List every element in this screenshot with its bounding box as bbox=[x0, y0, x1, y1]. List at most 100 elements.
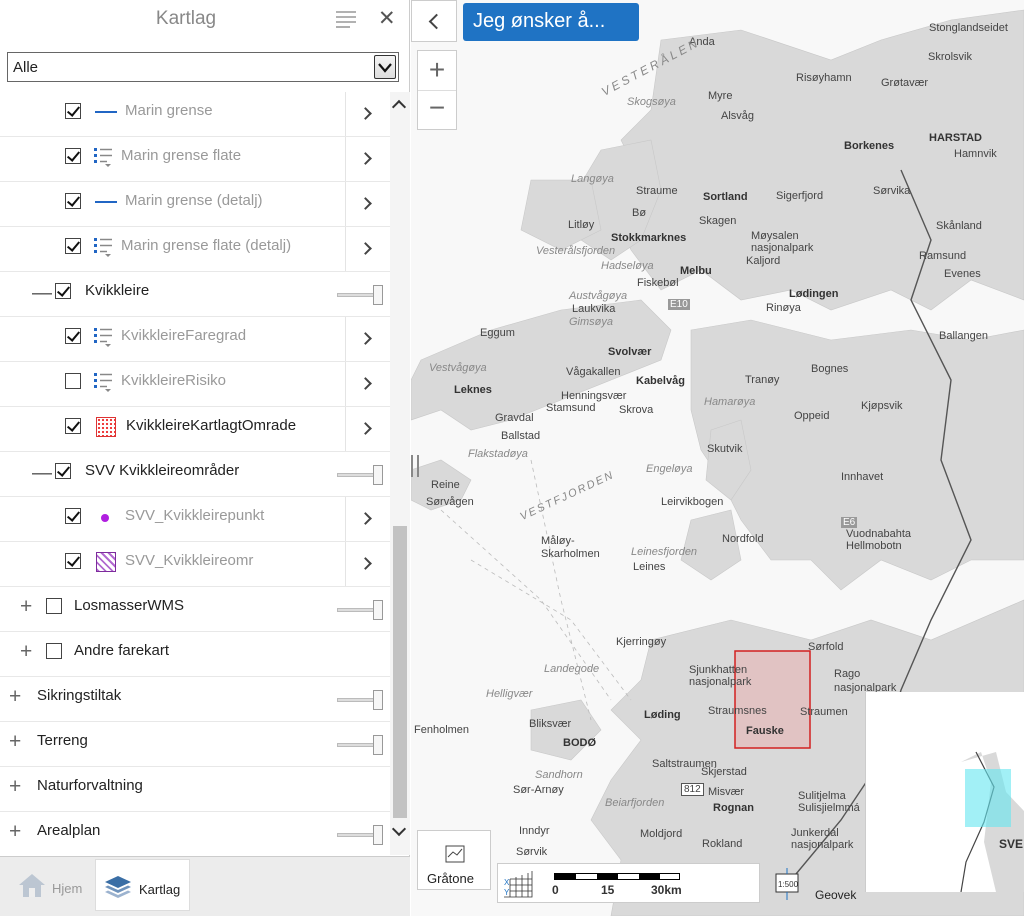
chevron-down-icon[interactable] bbox=[374, 55, 396, 79]
chevron-right-icon[interactable] bbox=[345, 182, 390, 226]
scale-label: 30km bbox=[651, 883, 682, 897]
layer-checkbox[interactable] bbox=[65, 328, 81, 344]
grid-icon[interactable]: XY bbox=[502, 869, 534, 902]
map-label: Borkenes bbox=[844, 140, 895, 152]
layer-row-marin-grense-detalj[interactable]: Marin grense (detalj) bbox=[0, 182, 390, 227]
map-label: Skjerstad bbox=[701, 766, 747, 778]
close-icon[interactable]: ✕ bbox=[378, 6, 396, 31]
map-label: Evenes bbox=[944, 268, 981, 280]
map-label: Kaljord bbox=[746, 255, 781, 267]
basemap-button[interactable]: Gråtone bbox=[417, 830, 491, 890]
layer-row-kvikkleirerisiko[interactable]: KvikkleireRisiko bbox=[0, 362, 390, 407]
layer-list-scrollbar[interactable] bbox=[390, 92, 410, 855]
expand-icon[interactable]: + bbox=[9, 775, 21, 799]
map-label: Helligvær bbox=[486, 688, 533, 700]
layer-group-terreng[interactable]: + Terreng bbox=[0, 722, 390, 767]
opacity-slider[interactable] bbox=[337, 465, 383, 485]
chevron-right-icon[interactable] bbox=[345, 317, 390, 361]
layer-row-marin-grense[interactable]: Marin grense bbox=[0, 92, 390, 137]
menu-icon[interactable] bbox=[335, 9, 357, 31]
layer-row-svv-kvikkleireomr[interactable]: SVV_Kvikkleireomr bbox=[0, 542, 390, 587]
collapse-icon[interactable]: — bbox=[32, 462, 52, 485]
layer-row-marin-grense-flate-detalj[interactable]: Marin grense flate (detalj) bbox=[0, 227, 390, 272]
tab-home[interactable]: Hjem bbox=[0, 859, 92, 911]
map-label: Misvær bbox=[708, 786, 745, 798]
layer-group-losmasserwms[interactable]: + LosmasserWMS bbox=[0, 587, 390, 632]
expand-icon[interactable]: + bbox=[9, 820, 21, 844]
expand-icon[interactable]: + bbox=[9, 685, 21, 709]
map-label: Eggum bbox=[480, 327, 515, 339]
layer-row-kvikkleirekartlagtomrade[interactable]: KvikkleireKartlagtOmrade bbox=[0, 407, 390, 452]
layer-checkbox[interactable] bbox=[65, 508, 81, 524]
action-menu-button[interactable]: Jeg ønsker å... bbox=[463, 3, 639, 41]
map-label: Måløy-Skarholmen bbox=[541, 535, 600, 560]
map-label: Rinøya bbox=[766, 302, 801, 314]
layer-group-naturforvaltning[interactable]: + Naturforvaltning bbox=[0, 767, 390, 812]
layer-row-marin-grense-flate[interactable]: Marin grense flate bbox=[0, 137, 390, 182]
map-label: Rognan bbox=[713, 802, 754, 814]
map-label: Oppeid bbox=[794, 410, 830, 422]
map-label: Sulitjelma Sulisjielmmá bbox=[798, 790, 860, 814]
map-label: Myre bbox=[708, 90, 733, 102]
layer-checkbox[interactable] bbox=[55, 283, 71, 299]
layer-group-kvikkleire[interactable]: — Kvikkleire bbox=[0, 272, 390, 317]
chevron-right-icon[interactable] bbox=[345, 137, 390, 181]
tab-layers[interactable]: Kartlag bbox=[95, 859, 190, 911]
opacity-slider[interactable] bbox=[337, 825, 383, 845]
map-label: Sortland bbox=[703, 191, 748, 203]
map-label: Alsvåg bbox=[721, 110, 755, 122]
layer-checkbox[interactable] bbox=[65, 373, 81, 389]
map-label: Skrolsvik bbox=[928, 51, 973, 63]
layer-checkbox[interactable] bbox=[65, 103, 81, 119]
filter-select[interactable]: Alle bbox=[7, 52, 399, 82]
expand-icon[interactable]: + bbox=[9, 730, 21, 754]
layer-row-svv-kvikkleirepunkt[interactable]: SVV_Kvikkleirepunkt bbox=[0, 497, 390, 542]
scale-graphic bbox=[554, 873, 680, 880]
layer-checkbox[interactable] bbox=[46, 598, 62, 614]
layer-checkbox[interactable] bbox=[65, 553, 81, 569]
layer-row-kvikkleirefaregrad[interactable]: KvikkleireFaregrad bbox=[0, 317, 390, 362]
map-label: Leknes bbox=[454, 384, 492, 396]
layer-checkbox[interactable] bbox=[55, 463, 71, 479]
panel-resize-handle[interactable] bbox=[411, 455, 419, 477]
chevron-right-icon[interactable] bbox=[345, 497, 390, 541]
opacity-slider[interactable] bbox=[337, 285, 383, 305]
measure-icon[interactable]: 1:500 bbox=[773, 866, 801, 905]
opacity-slider[interactable] bbox=[337, 735, 383, 755]
layer-checkbox[interactable] bbox=[46, 643, 62, 659]
chevron-right-icon[interactable] bbox=[345, 92, 390, 136]
expand-icon[interactable]: + bbox=[20, 595, 32, 619]
layer-group-sikringstiltak[interactable]: + Sikringstiltak bbox=[0, 677, 390, 722]
chevron-right-icon[interactable] bbox=[345, 542, 390, 586]
map-label: Sørvika bbox=[873, 185, 911, 197]
layer-checkbox[interactable] bbox=[65, 193, 81, 209]
opacity-slider[interactable] bbox=[337, 690, 383, 710]
group-label: SVV Kvikkleireområder bbox=[85, 462, 240, 479]
layer-checkbox[interactable] bbox=[65, 148, 81, 164]
expand-icon[interactable]: + bbox=[20, 640, 32, 664]
layer-checkbox[interactable] bbox=[65, 238, 81, 254]
layer-group-andre-farekart[interactable]: + Andre farekart bbox=[0, 632, 390, 677]
layer-checkbox[interactable] bbox=[65, 418, 81, 434]
scroll-thumb[interactable] bbox=[393, 526, 407, 818]
chevron-right-icon[interactable] bbox=[345, 407, 390, 451]
layer-label: KvikkleireFaregrad bbox=[121, 327, 247, 344]
layer-group-svv-kvikkleireomrader[interactable]: — SVV Kvikkleireområder bbox=[0, 452, 390, 497]
zoom-out-button[interactable]: − bbox=[418, 91, 456, 129]
overview-map[interactable]: SVE Geovek bbox=[815, 692, 1024, 902]
chevron-right-icon[interactable] bbox=[345, 362, 390, 406]
layer-group-arealplan[interactable]: + Arealplan bbox=[0, 812, 390, 855]
map-view[interactable]: Anda VESTERÅLEN Stonglandseidet Skrolsvi… bbox=[411, 0, 1024, 916]
collapse-panel-button[interactable] bbox=[411, 0, 457, 42]
map-label: Inndyr bbox=[519, 825, 550, 837]
opacity-slider[interactable] bbox=[337, 600, 383, 620]
map-label: Møysalen nasjonalpark bbox=[751, 230, 814, 254]
chevron-right-icon[interactable] bbox=[345, 227, 390, 271]
zoom-in-button[interactable]: + bbox=[418, 51, 456, 91]
scroll-down-icon[interactable] bbox=[391, 821, 407, 837]
scroll-up-icon[interactable] bbox=[391, 99, 407, 115]
collapse-icon[interactable]: — bbox=[32, 282, 52, 305]
overview-extent bbox=[965, 769, 1011, 827]
group-label: Kvikkleire bbox=[85, 282, 150, 299]
scale-bar: XY 0 15 30km bbox=[497, 863, 760, 903]
